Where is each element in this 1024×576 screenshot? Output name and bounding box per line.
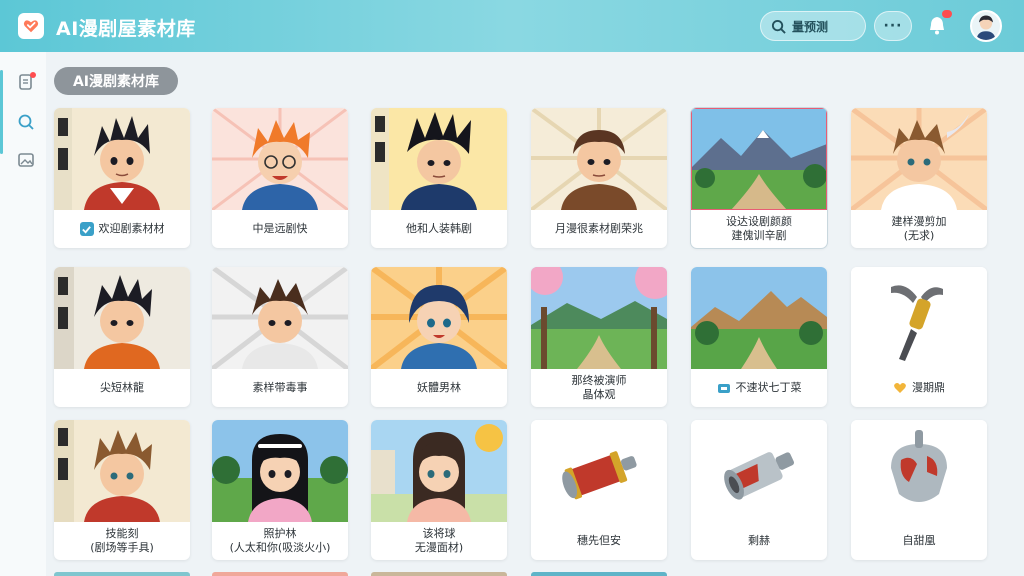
asset-caption: 素样带毒事 <box>252 380 308 394</box>
user-avatar[interactable] <box>970 10 1002 42</box>
asset-card-partial[interactable] <box>531 572 667 576</box>
asset-thumbnail <box>54 420 190 522</box>
asset-caption: 中是远剧快 <box>252 221 308 235</box>
asset-thumbnail <box>54 267 190 369</box>
document-badge <box>30 72 36 78</box>
asset-card-partial[interactable] <box>212 572 348 576</box>
asset-card-partial[interactable] <box>54 572 190 576</box>
search-icon <box>771 19 786 34</box>
asset-card[interactable]: 月漫很素材剧荣兆 <box>531 108 667 248</box>
asset-thumbnail <box>212 108 348 210</box>
asset-caption: 妖體男林 <box>417 380 461 394</box>
asset-card[interactable]: 中是远剧快 <box>212 108 348 248</box>
asset-thumbnail <box>371 267 507 369</box>
asset-card-partial[interactable] <box>371 572 507 576</box>
search-icon[interactable] <box>16 112 36 132</box>
asset-card[interactable]: 照护林 (人太和你(吸淡火小) <box>212 420 348 560</box>
notification-badge <box>942 10 952 18</box>
asset-caption: 那终被演师 晶体观 <box>571 373 627 401</box>
asset-card[interactable]: 素样带毒事 <box>212 267 348 407</box>
asset-thumbnail <box>531 108 667 210</box>
asset-card[interactable]: 尖短林龍 <box>54 267 190 407</box>
asset-caption: 设达设剧颜颜 建傀训辛剧 <box>726 214 792 242</box>
heart-icon <box>893 381 907 395</box>
section-title-chip[interactable]: AI漫剧素材库 <box>54 67 178 95</box>
asset-caption: 他和人装韩剧 <box>406 221 472 235</box>
asset-card[interactable]: 他和人装韩剧 <box>371 108 507 248</box>
asset-thumbnail <box>691 420 827 522</box>
sidebar-active-indicator <box>0 70 3 154</box>
asset-thumbnail <box>851 108 987 210</box>
asset-card[interactable]: 穗先但安 <box>531 420 667 560</box>
asset-caption: 欢迎剧素材材 <box>98 221 165 235</box>
selected-checkbox[interactable] <box>79 222 94 236</box>
asset-thumbnail <box>54 108 190 210</box>
more-button[interactable]: ··· <box>874 11 912 41</box>
search-button[interactable]: 量预测 <box>760 11 866 41</box>
asset-card[interactable]: 自甜凰 <box>851 420 987 560</box>
asset-caption: 该将球 无漫面材) <box>414 526 464 554</box>
asset-card[interactable]: 那终被演师 晶体观 <box>531 267 667 407</box>
asset-card[interactable]: 建样漫剪加 (无求) <box>851 108 987 248</box>
asset-caption: 剩赫 <box>748 533 770 547</box>
image-icon[interactable] <box>16 150 36 170</box>
asset-card[interactable]: 剩赫 <box>691 420 827 560</box>
app-title: AI漫剧屋素材库 <box>56 18 196 40</box>
asset-card[interactable]: 漫期鼎 <box>851 267 987 407</box>
asset-card[interactable]: 欢迎剧素材材 <box>54 108 190 248</box>
asset-caption: 月漫很素材剧荣兆 <box>555 221 643 235</box>
asset-card[interactable]: 设达设剧颜颜 建傀训辛剧 <box>691 108 827 248</box>
asset-caption: 不速状七丁菜 <box>735 380 802 394</box>
asset-thumbnail <box>691 108 827 210</box>
sidebar <box>0 52 46 576</box>
asset-thumbnail <box>371 108 507 210</box>
asset-thumbnail <box>531 420 667 522</box>
asset-caption: 技能刻 (剧场等手具) <box>90 526 154 554</box>
asset-card[interactable]: 该将球 无漫面材) <box>371 420 507 560</box>
asset-thumbnail <box>371 420 507 522</box>
asset-thumbnail <box>531 267 667 369</box>
asset-card[interactable]: 技能刻 (剧场等手具) <box>54 420 190 560</box>
search-label: 量预测 <box>792 19 829 34</box>
asset-card[interactable]: 妖體男林 <box>371 267 507 407</box>
asset-thumbnail <box>851 267 987 369</box>
asset-caption: 尖短林龍 <box>100 380 144 394</box>
asset-thumbnail <box>212 267 348 369</box>
asset-card[interactable]: 不速状七丁菜 <box>691 267 827 407</box>
tag-icon <box>717 381 731 395</box>
asset-thumbnail <box>851 420 987 522</box>
asset-caption: 建样漫剪加 (无求) <box>891 214 947 242</box>
asset-thumbnail <box>691 267 827 369</box>
app-logo-icon[interactable] <box>18 13 44 39</box>
asset-caption: 照护林 (人太和你(吸淡火小) <box>229 526 331 554</box>
asset-caption: 穗先但安 <box>577 533 621 547</box>
asset-caption: 自甜凰 <box>902 533 936 547</box>
top-bar: AI漫剧屋素材库 量预测 ··· <box>0 0 1024 52</box>
asset-caption: 漫期鼎 <box>912 380 945 394</box>
asset-thumbnail <box>212 420 348 522</box>
